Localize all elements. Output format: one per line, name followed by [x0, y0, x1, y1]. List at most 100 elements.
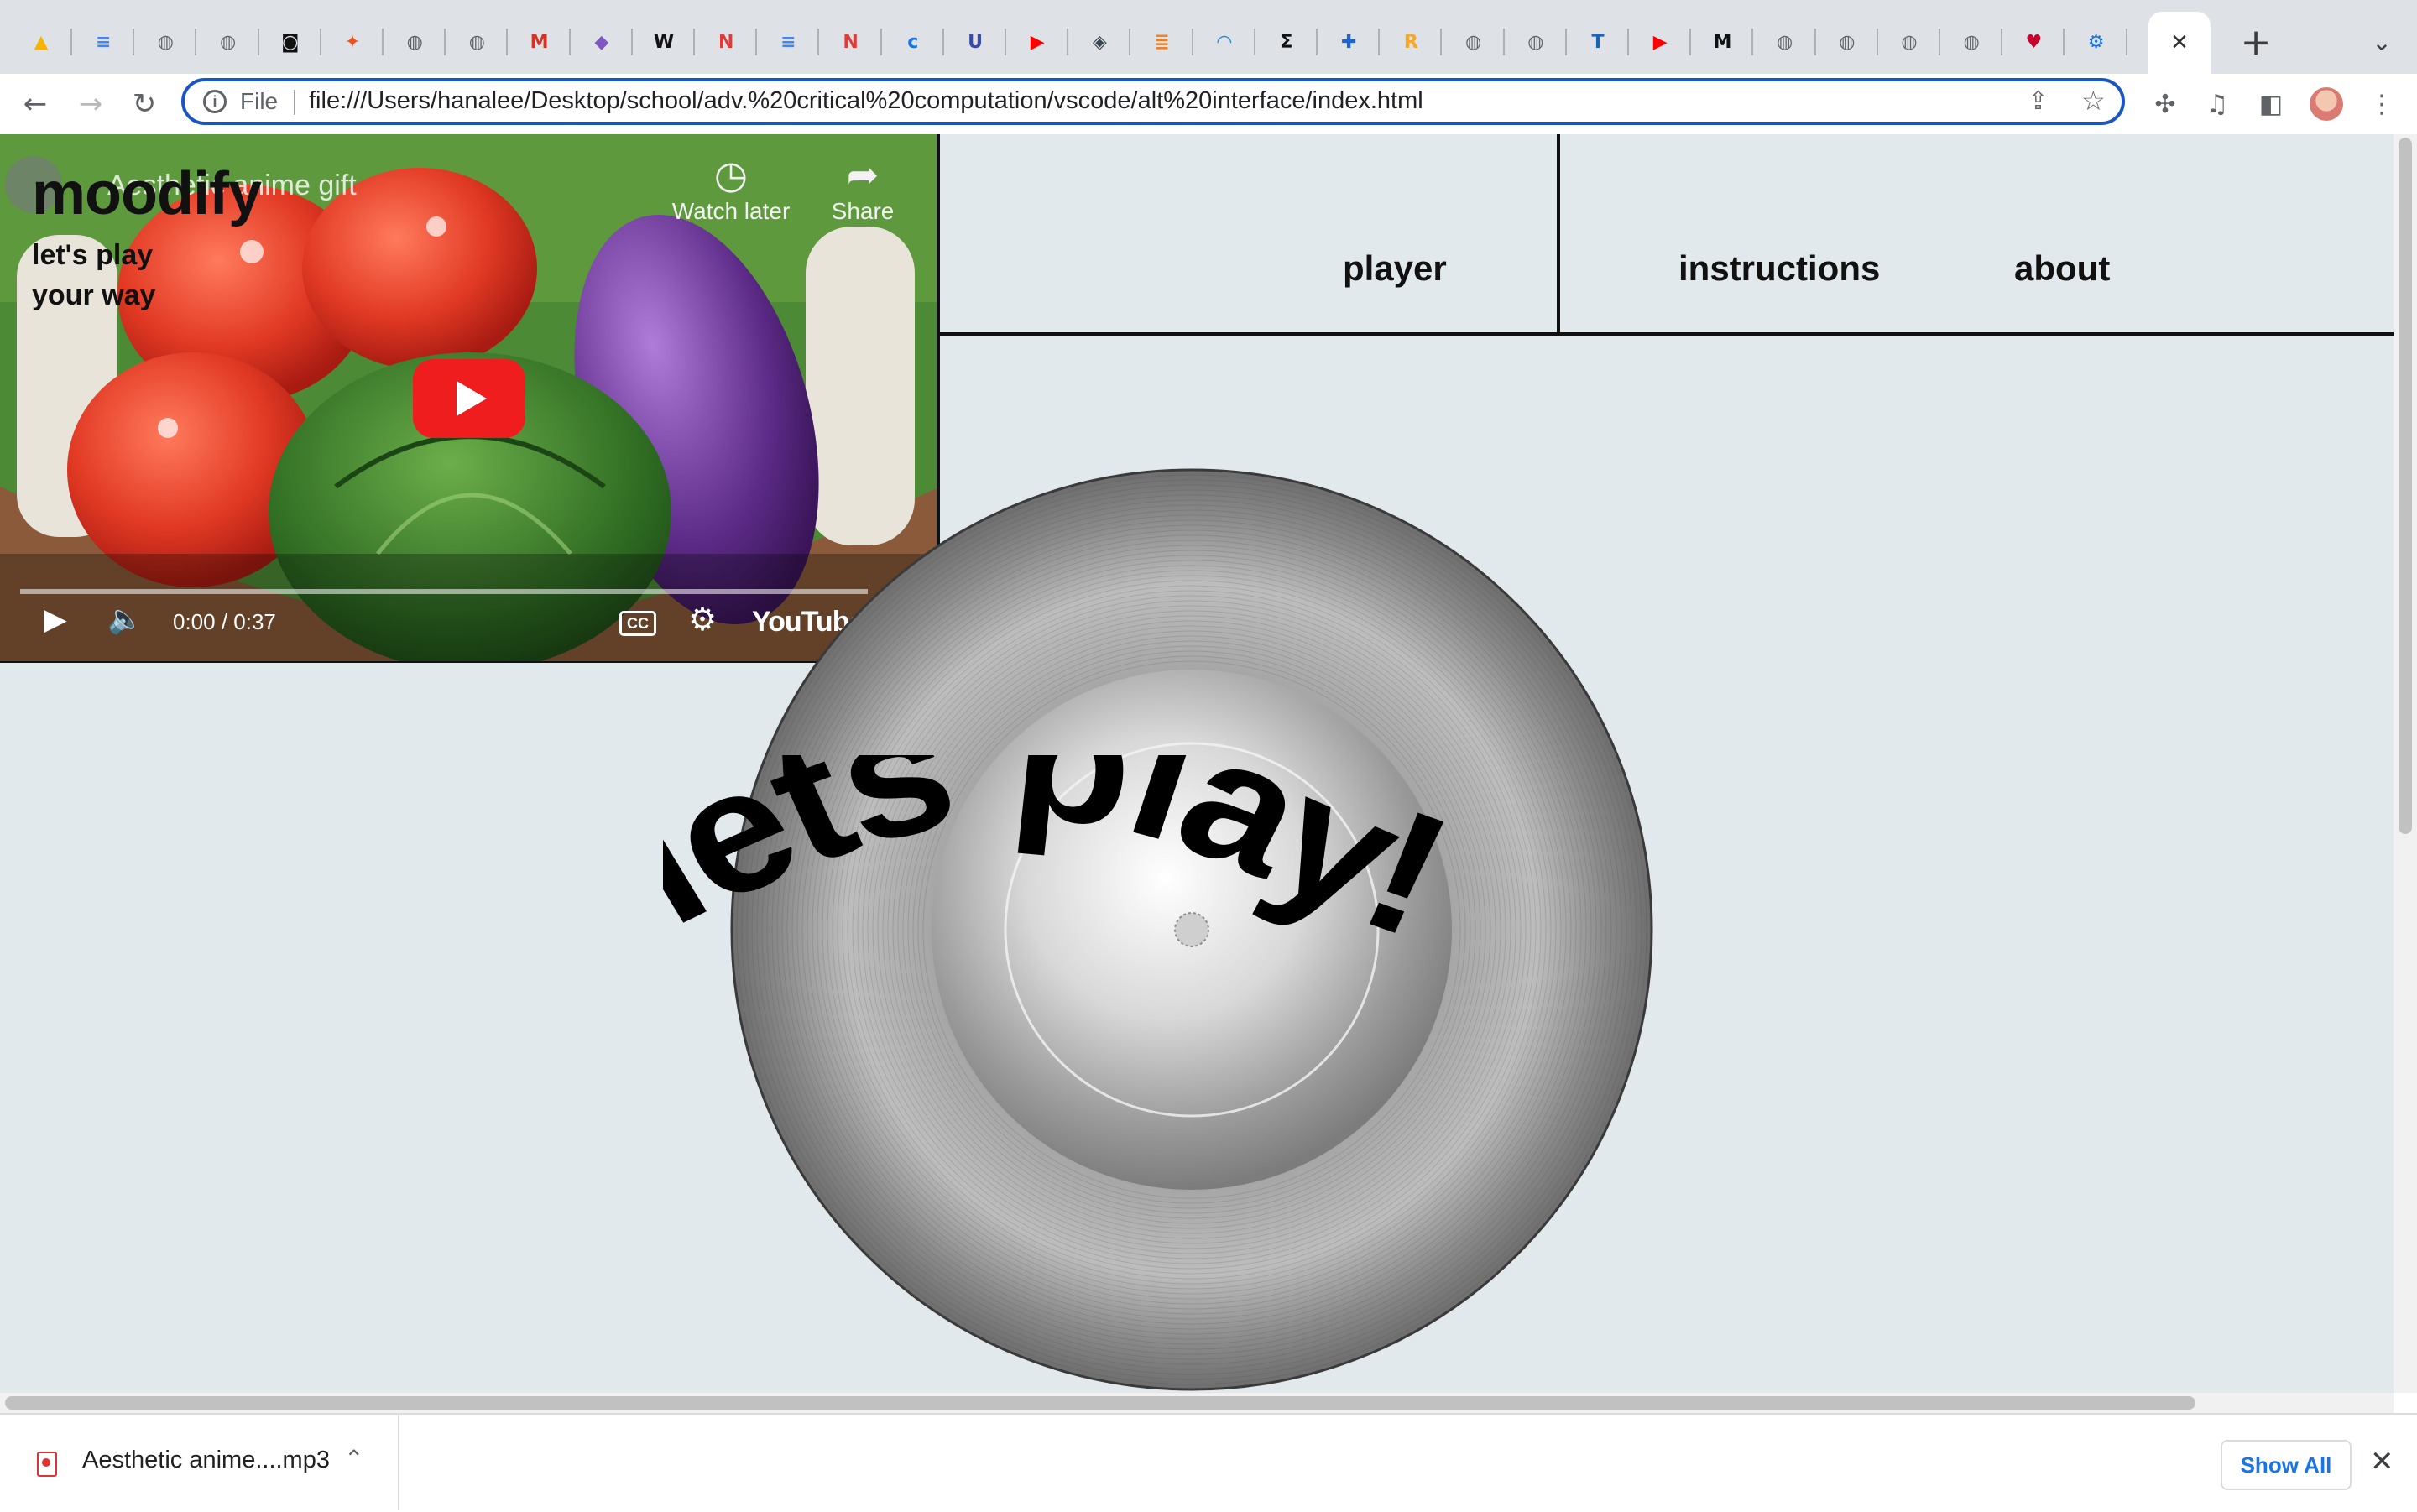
browser-tab[interactable]: ◍	[134, 12, 197, 72]
hero-text-lets-play: lets play!	[663, 755, 1476, 972]
show-all-button[interactable]: Show All	[2221, 1440, 2352, 1490]
youtube-icon: ▶	[1652, 31, 1668, 53]
browser-tab[interactable]: ◍	[197, 12, 259, 72]
browser-tab[interactable]: ♥	[2002, 12, 2065, 72]
browser-tab[interactable]: ◠	[1193, 12, 1255, 72]
wix-icon: W	[653, 31, 675, 53]
browser-tab[interactable]: R	[1380, 12, 1443, 72]
globe-icon: ◍	[1527, 31, 1544, 53]
browser-tab[interactable]: ▲	[10, 12, 72, 72]
iheart-icon: ♥	[2025, 31, 2043, 53]
horizontal-scrollbar-thumb[interactable]	[5, 1396, 2195, 1410]
browser-tab[interactable]: ◍	[1443, 12, 1505, 72]
tab-search-chevron-down-icon[interactable]: ⌄	[2358, 18, 2405, 65]
globe-icon: ◍	[406, 31, 423, 53]
more-menu-icon[interactable]: ⋮	[2363, 86, 2400, 123]
browser-tab[interactable]: ◍	[1505, 12, 1567, 72]
browser-tab[interactable]: ≡	[72, 12, 135, 72]
scheme-label: File	[240, 88, 279, 114]
browser-tab[interactable]: N	[820, 12, 882, 72]
chevron-up-icon[interactable]: ⌃	[344, 1445, 363, 1473]
new-tab-button[interactable]: +	[2232, 18, 2279, 65]
browser-tab[interactable]: ✚	[1318, 12, 1381, 72]
notion-like-icon: ◙	[281, 31, 300, 53]
file-icon	[37, 1452, 57, 1477]
n-icon: N	[843, 31, 859, 53]
volume-icon[interactable]: 🔈	[107, 602, 143, 636]
layers-icon: ◈	[1092, 31, 1107, 53]
page-viewport: player instructions about Aesthetic anim…	[0, 134, 2394, 1393]
download-item[interactable]: Aesthetic anime....mp3 ⌃	[0, 1415, 399, 1510]
youtube-icon: ▶	[1030, 31, 1045, 53]
media-control-icon[interactable]: ♫	[2199, 86, 2236, 123]
youtube-play-button[interactable]	[413, 359, 525, 438]
browser-tab[interactable]: ◍	[384, 12, 446, 72]
browser-tab[interactable]: W	[633, 12, 695, 72]
extensions-puzzle-icon[interactable]: ✣	[2147, 86, 2184, 123]
globe-icon: ◍	[1901, 31, 1918, 53]
browser-tab[interactable]: ◍	[1878, 12, 1940, 72]
header-divider	[940, 332, 2394, 336]
video-share-button[interactable]: ➦ Share	[822, 151, 903, 225]
info-icon[interactable]: i	[203, 90, 227, 113]
close-tab-icon[interactable]: ✕	[2170, 30, 2189, 55]
browser-tab[interactable]: ▶	[1006, 12, 1069, 72]
browser-tab[interactable]: ◍	[1816, 12, 1878, 72]
google-drive-icon: ▲	[34, 31, 49, 53]
browser-tab[interactable]: ▶	[1629, 12, 1692, 72]
share-label: Share	[831, 198, 895, 224]
site-logo[interactable]: moodify	[32, 159, 262, 228]
browser-tab[interactable]: ≡	[757, 12, 820, 72]
nav-instructions[interactable]: instructions	[1678, 248, 1880, 289]
browser-tab[interactable]: M	[509, 12, 571, 72]
r-icon: R	[1403, 31, 1418, 53]
bookmark-star-icon[interactable]: ☆	[2081, 85, 2106, 117]
globe-icon: ◍	[157, 31, 174, 53]
back-button[interactable]: ←	[13, 82, 57, 126]
sigma-icon: Σ	[1280, 31, 1293, 53]
address-bar[interactable]: i File file:///Users/hanalee/Desktop/sch…	[181, 78, 2125, 125]
share-arrow-icon: ➦	[846, 152, 880, 197]
browser-tab[interactable]: ◙	[259, 12, 321, 72]
gmail-icon: M	[530, 31, 549, 53]
url-text[interactable]: file:///Users/hanalee/Desktop/school/adv…	[309, 87, 1423, 115]
browser-tab[interactable]: ⚙	[2065, 12, 2127, 72]
nav-player[interactable]: player	[1343, 248, 1447, 289]
plus-icon: ✚	[1340, 31, 1357, 53]
browser-tab[interactable]: ◍	[1754, 12, 1816, 72]
close-icon[interactable]: ✕	[2370, 1445, 2394, 1478]
browser-tab[interactable]: c	[882, 12, 944, 72]
settings-gear-icon[interactable]: ⚙	[688, 601, 717, 638]
browser-tab[interactable]: U	[944, 12, 1006, 72]
hero-text: lets play!	[663, 755, 1476, 972]
watch-later-button[interactable]: ◷ Watch later	[668, 151, 794, 225]
captions-icon[interactable]: CC	[619, 611, 656, 636]
profile-avatar[interactable]	[2310, 87, 2343, 121]
browser-tab[interactable]: ◈	[1068, 12, 1131, 72]
google-docs-icon: ≡	[780, 31, 796, 53]
browser-tab[interactable]: N	[695, 12, 758, 72]
browser-tab[interactable]: ◆	[571, 12, 633, 72]
reload-button[interactable]: ↻	[123, 82, 166, 126]
globe-icon: ◍	[1839, 31, 1856, 53]
browser-tab[interactable]: Σ	[1255, 12, 1318, 72]
browser-tab[interactable]: ✦	[321, 12, 384, 72]
vertical-scrollbar-thumb[interactable]	[2399, 138, 2412, 834]
share-icon[interactable]: ⇪	[2028, 86, 2049, 116]
address-divider	[294, 90, 295, 115]
forward-button[interactable]: →	[69, 82, 112, 126]
browser-tab[interactable]: T	[1567, 12, 1629, 72]
browser-tab[interactable]: ≣	[1131, 12, 1193, 72]
browser-tab[interactable]: ◍	[1940, 12, 2003, 72]
globe-icon: ◍	[1963, 31, 1980, 53]
browser-tab[interactable]: ◍	[446, 12, 509, 72]
tab-active[interactable]: ✕	[2148, 12, 2211, 74]
side-panel-icon[interactable]: ◧	[2253, 86, 2289, 123]
nav-about[interactable]: about	[2014, 248, 2110, 289]
download-file-name[interactable]: Aesthetic anime....mp3	[82, 1447, 330, 1474]
u-icon: U	[968, 31, 983, 53]
browser-tab[interactable]: M	[1691, 12, 1754, 72]
play-icon[interactable]: ▶	[44, 602, 67, 637]
tm-icon: T	[1591, 31, 1605, 53]
globe-icon: ◍	[219, 31, 237, 53]
